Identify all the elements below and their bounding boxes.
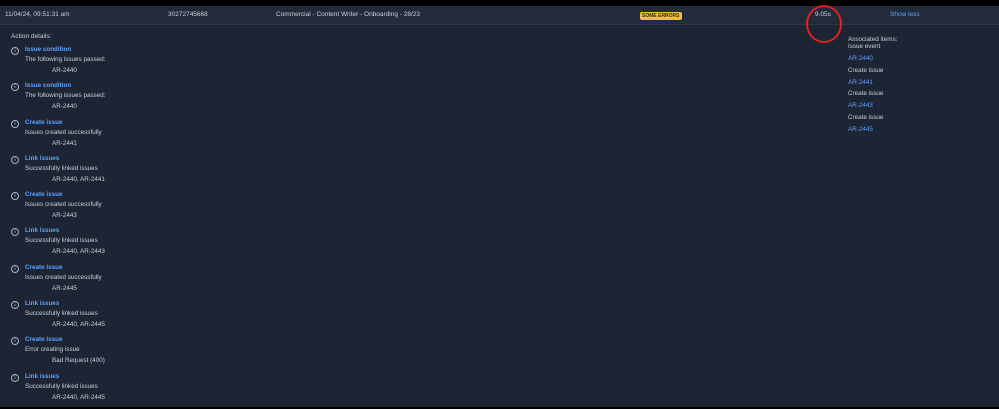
action-item: i Link issues Successfully linked issues… bbox=[11, 300, 411, 336]
action-message: Issues created successfully bbox=[25, 273, 102, 281]
action-message: Successfully linked issues bbox=[25, 237, 98, 245]
rule-id: 30272745668 bbox=[168, 11, 208, 18]
action-title[interactable]: Issue condition bbox=[25, 46, 71, 53]
show-less-link[interactable]: Show less bbox=[890, 11, 920, 18]
log-row-header[interactable]: 11/04/24, 09:51:31 am 30272745668 Commer… bbox=[0, 5, 999, 43]
action-detail: AR-2445 bbox=[52, 284, 77, 292]
info-icon: i bbox=[11, 83, 19, 92]
action-detail: AR-2440 bbox=[52, 67, 77, 74]
action-item: i Issue condition The following issues p… bbox=[11, 46, 411, 82]
associated-item-link[interactable]: AR-2440 bbox=[848, 55, 873, 62]
associated-items-panel: Associated items: Issue event AR-2440 Cr… bbox=[848, 36, 988, 133]
info-icon: i bbox=[11, 373, 19, 382]
action-item: i Link issues Successfully linked issues… bbox=[11, 373, 411, 409]
action-item: i Link issues Successfully linked issues… bbox=[11, 155, 411, 191]
action-title[interactable]: Link issues bbox=[25, 373, 59, 380]
action-detail: AR-2441 bbox=[52, 139, 77, 147]
associated-item-link[interactable]: AR-2441 bbox=[848, 79, 873, 86]
action-detail: AR-2440, AR-2441 bbox=[52, 175, 105, 183]
info-icon: i bbox=[11, 337, 19, 346]
info-icon: i bbox=[11, 264, 19, 273]
action-item: i Create issue Issues created successful… bbox=[11, 119, 411, 155]
associated-item-label: Create issue bbox=[848, 67, 884, 74]
associated-item-link[interactable]: AR-2443 bbox=[848, 102, 873, 109]
action-item: i Create issue Error creating issue Bad … bbox=[11, 336, 411, 372]
action-title[interactable]: Create issue bbox=[25, 336, 62, 343]
action-details-list: i Issue condition The following issues p… bbox=[11, 46, 411, 409]
action-title[interactable]: Link issues bbox=[25, 227, 59, 234]
action-message: Issues created successfully bbox=[25, 128, 102, 136]
status-badge: SOME ERRORS bbox=[640, 12, 682, 20]
associated-item-link[interactable]: AR-2445 bbox=[848, 126, 873, 133]
duration: 9.05s bbox=[815, 11, 831, 18]
action-item: i Issue condition The following issues p… bbox=[11, 82, 411, 118]
action-detail: AR-2440, AR-2445 bbox=[52, 393, 105, 401]
action-detail: AR-2440 bbox=[52, 103, 77, 111]
audit-log-entry: 11/04/24, 09:51:31 am 30272745668 Commer… bbox=[0, 5, 999, 409]
action-message: Successfully linked issues bbox=[25, 164, 98, 172]
action-title[interactable]: Link issues bbox=[25, 300, 59, 307]
info-icon: i bbox=[11, 228, 19, 237]
timestamp: 11/04/24, 09:51:31 am bbox=[5, 11, 70, 18]
action-detail: AR-2440, AR-2443 bbox=[52, 248, 105, 256]
action-item: i Create issue Issues created successful… bbox=[11, 191, 411, 227]
rule-name: Commercial - Content Writer - Onboarding… bbox=[276, 11, 421, 18]
action-message: Successfully linked issues bbox=[25, 382, 98, 390]
action-message: Successfully linked issues bbox=[25, 310, 98, 318]
associated-items-title: Associated items: bbox=[848, 36, 898, 43]
info-icon: i bbox=[11, 192, 19, 201]
info-icon: i bbox=[11, 301, 19, 310]
action-title[interactable]: Link issues bbox=[25, 155, 59, 162]
associated-item-label: Issue event bbox=[848, 43, 881, 50]
action-detail: Bad Request (400) bbox=[52, 357, 105, 365]
action-item: i Create issue Issues created successful… bbox=[11, 264, 411, 300]
associated-item-label: Create issue bbox=[848, 114, 884, 121]
action-title[interactable]: Create issue bbox=[25, 264, 62, 271]
info-icon: i bbox=[11, 47, 19, 55]
action-detail: AR-2440, AR-2445 bbox=[52, 321, 105, 329]
action-details-title: Action details: bbox=[11, 33, 52, 40]
associated-item-label: Create issue bbox=[848, 90, 884, 97]
action-detail: AR-2443 bbox=[52, 212, 77, 220]
action-title[interactable]: Create issue bbox=[25, 119, 62, 126]
action-message: The following issues passed: bbox=[25, 56, 106, 63]
action-title[interactable]: Issue condition bbox=[25, 82, 71, 89]
info-icon: i bbox=[11, 119, 19, 128]
action-message: The following issues passed: bbox=[25, 92, 106, 100]
info-icon: i bbox=[11, 155, 19, 164]
action-title[interactable]: Create issue bbox=[25, 191, 62, 198]
action-message: Error creating issue bbox=[25, 346, 80, 354]
action-item: i Link issues Successfully linked issues… bbox=[11, 227, 411, 263]
action-message: Issues created successfully bbox=[25, 201, 102, 209]
